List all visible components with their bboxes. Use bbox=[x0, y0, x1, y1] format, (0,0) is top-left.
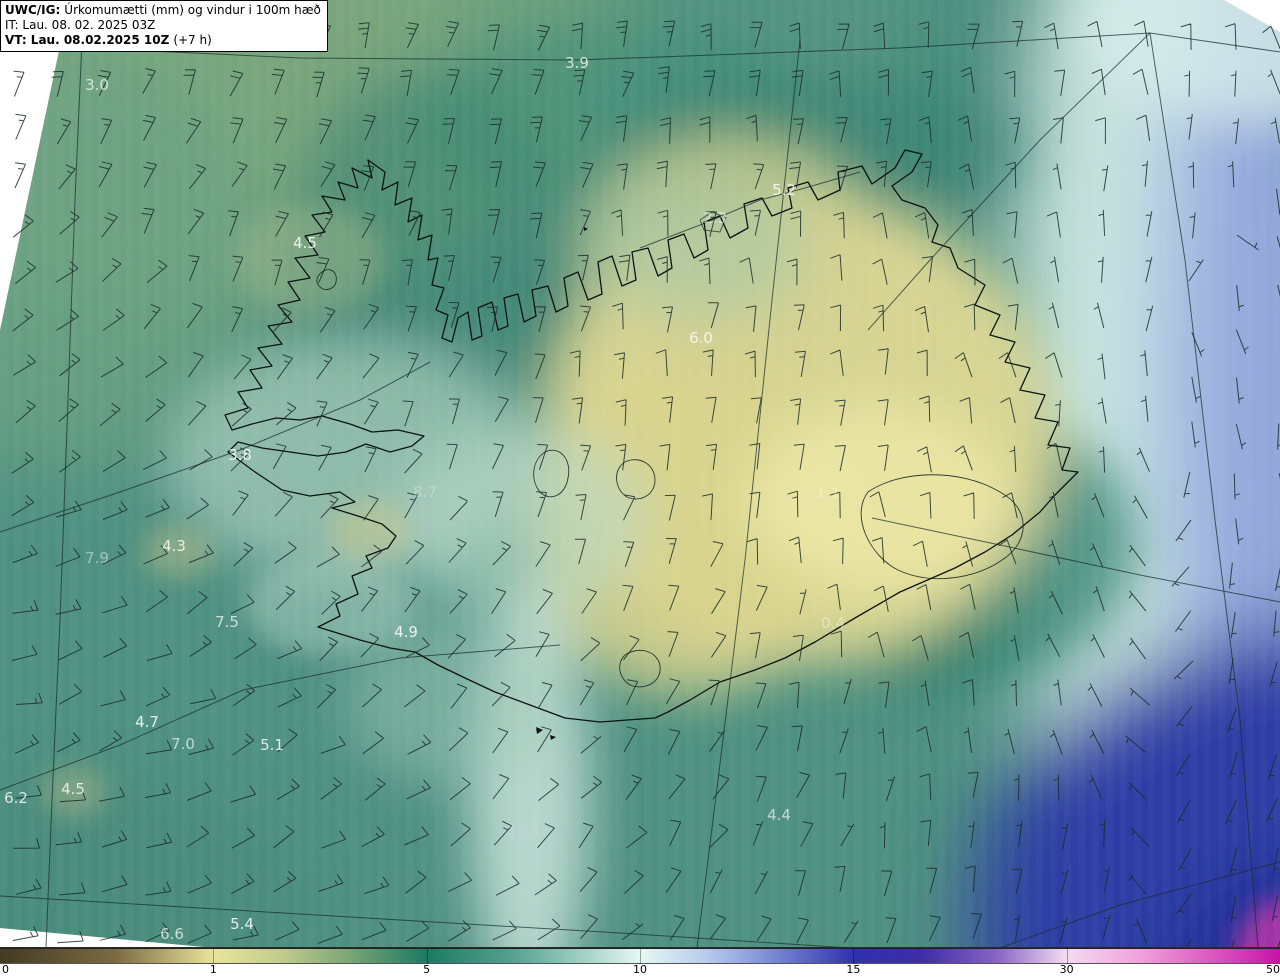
weather-map: 3.0 3.9 4.5 2.3 5.2 6.0 3.8 8.7 4.3 7.9 7.5 4.9 4.7 7… bbox=[0, 0, 1280, 948]
contour-label: 8.7 bbox=[413, 483, 437, 501]
colorbar-tick bbox=[1066, 949, 1068, 964]
valid-offset: (+7 h) bbox=[173, 33, 212, 47]
contour-label: 4.5 bbox=[293, 234, 317, 252]
colorbar: 0 1 5 10 15 30 50 bbox=[0, 948, 1280, 978]
colorbar-tick-label: 30 bbox=[1059, 963, 1074, 976]
valid-time: VT: Lau. 08.02.2025 10Z bbox=[5, 33, 170, 47]
contour-label: 5.4 bbox=[230, 915, 254, 933]
contour-label: 4.5 bbox=[61, 780, 85, 798]
contour-label: 6.0 bbox=[689, 329, 713, 347]
contour-label: 6.2 bbox=[4, 789, 28, 807]
init-time-line: IT: Lau. 08. 02. 2025 03Z bbox=[5, 18, 156, 32]
contour-label: 3.8 bbox=[228, 446, 252, 464]
colorbar-tick bbox=[640, 949, 641, 964]
title-line: UWC/IG: Úrkomumætti (mm) og vindur i 100m… bbox=[5, 3, 321, 18]
contour-label: 7.5 bbox=[215, 613, 239, 631]
colorbar-tick bbox=[853, 949, 855, 964]
valid-time-line: VT: Lau. 08.02.2025 10Z (+7 h) bbox=[5, 33, 321, 48]
contour-label: 0.4 bbox=[821, 614, 845, 632]
colorbar-tick-label: 15 bbox=[846, 963, 861, 976]
colorbar-tick-label: 1 bbox=[209, 963, 217, 976]
contour-label: 3.0 bbox=[85, 76, 109, 94]
colorbar-tick-label: 0 bbox=[2, 963, 9, 976]
contour-label: 5.1 bbox=[260, 736, 284, 754]
contour-label: 4.3 bbox=[162, 537, 186, 555]
contour-label: 5.2 bbox=[772, 181, 796, 199]
contour-label: 4.9 bbox=[394, 623, 418, 641]
colorbar-gradient bbox=[0, 948, 1280, 964]
contour-label: 4.7 bbox=[135, 713, 159, 731]
colorbar-tick bbox=[426, 949, 428, 964]
precipitation-field bbox=[0, 0, 1280, 948]
product-code: UWC/IG: bbox=[5, 3, 61, 17]
contour-label: 7.9 bbox=[85, 549, 109, 567]
colorbar-tick-label: 50 bbox=[1266, 963, 1280, 976]
contour-label: 10.1 bbox=[508, 823, 541, 841]
contour-label: 3.9 bbox=[565, 54, 589, 72]
contour-label: 1.1 bbox=[816, 484, 840, 502]
contour-label: 6.6 bbox=[160, 925, 184, 943]
weather-forecast-image: 3.0 3.9 4.5 2.3 5.2 6.0 3.8 8.7 4.3 7.9 7.5 4.9 4.7 7… bbox=[0, 0, 1280, 978]
colorbar-tick-label: 5 bbox=[423, 963, 431, 976]
colorbar-tick-label: 10 bbox=[633, 963, 647, 976]
contour-label: 7.0 bbox=[171, 735, 195, 753]
colorbar-labels: 0 1 5 10 15 30 50 bbox=[0, 963, 1280, 977]
colorbar-tick bbox=[213, 949, 215, 964]
contour-label: 4.4 bbox=[767, 806, 791, 824]
contour-label: 2.3 bbox=[703, 209, 727, 227]
title-box: UWC/IG: Úrkomumætti (mm) og vindur i 100m… bbox=[0, 0, 328, 52]
product-title: Úrkomumætti (mm) og vindur i 100m hæð bbox=[64, 3, 321, 17]
